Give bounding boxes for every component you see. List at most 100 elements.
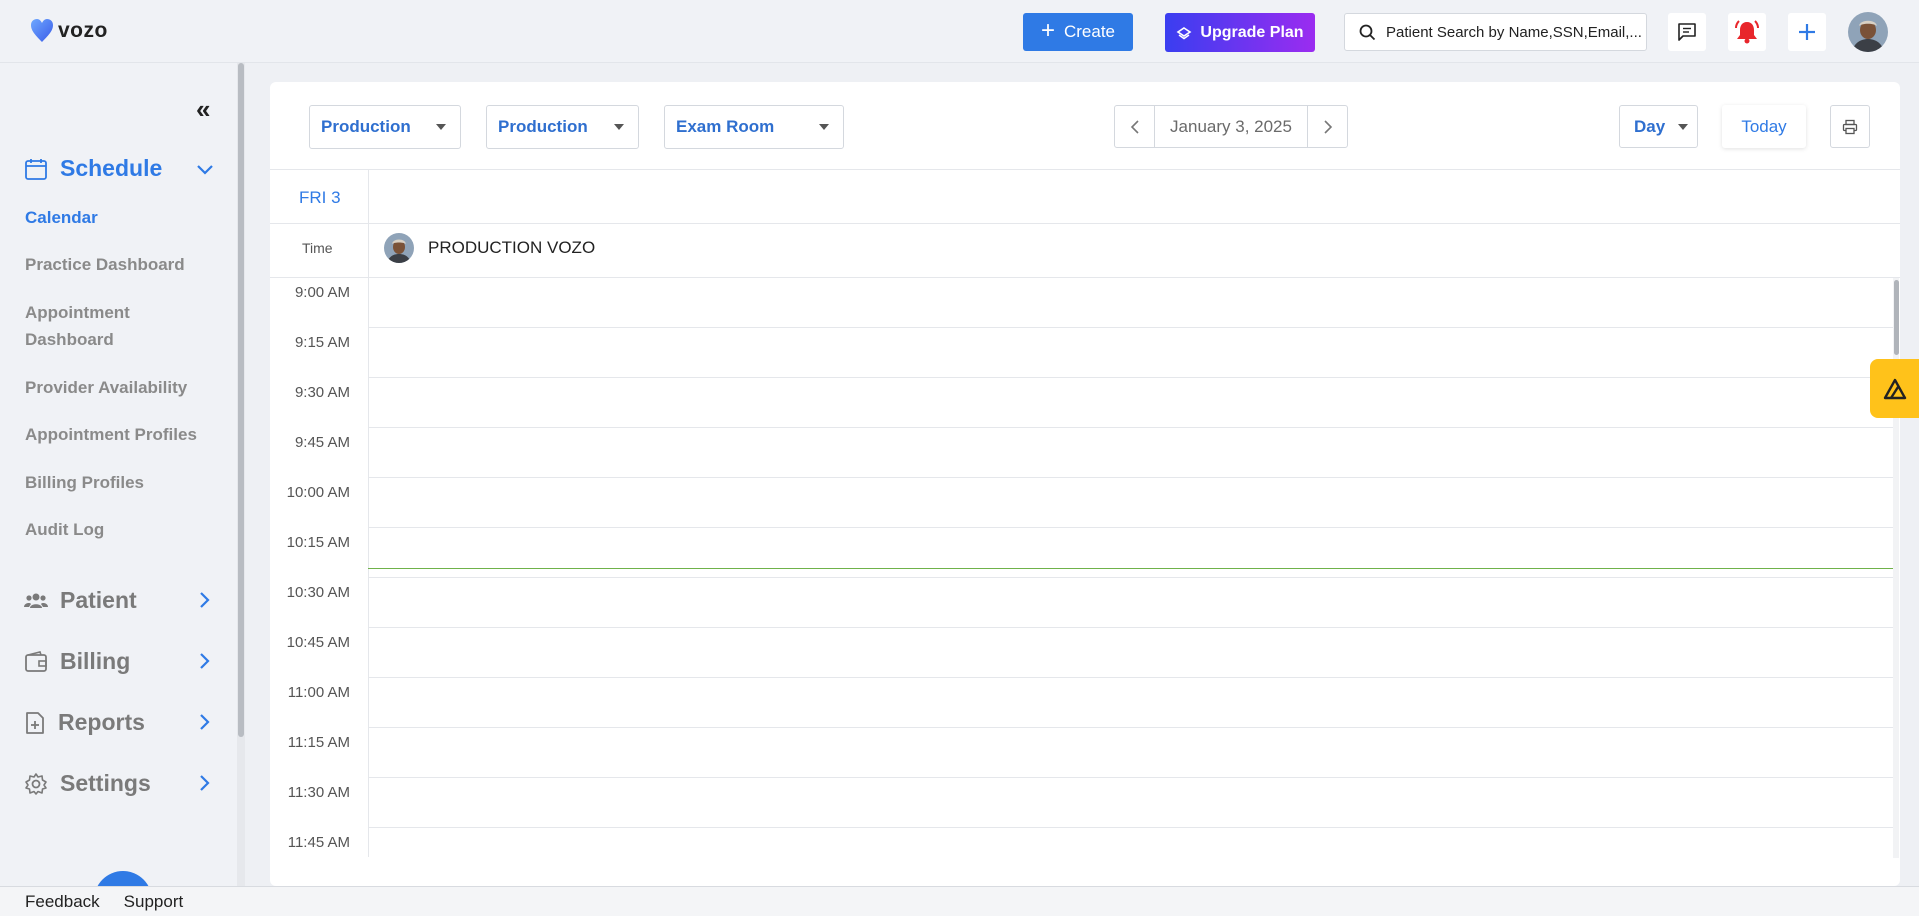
nav-reports-label: Reports [58,709,145,735]
nav-billing[interactable]: Billing [24,648,130,675]
provider-name: PRODUCTION VOZO [428,238,596,257]
chevron-right-icon[interactable] [195,651,215,671]
time-slot-label: 9:30 AM [294,384,350,401]
bell-icon [1735,20,1759,44]
prev-day-button[interactable] [1115,106,1154,147]
footer: Feedback Support [0,886,1919,916]
chevron-right-icon[interactable] [195,590,215,610]
chevron-right-icon[interactable] [195,773,215,793]
view-dropdown[interactable]: Day [1619,105,1698,148]
date-navigator: January 3, 2025 [1114,105,1348,148]
nav-schedule[interactable]: Schedule [24,155,162,182]
sidebar-scrollbar-thumb[interactable] [238,63,244,737]
time-slot-cell[interactable] [369,778,1893,827]
sidebar-item-practice-dashboard[interactable]: Practice Dashboard [25,251,215,278]
time-slot-label: 9:00 AM [294,284,350,301]
filter-dropdown-2[interactable]: Production [486,105,639,149]
chevron-left-icon [1130,119,1139,134]
chat-icon [1678,23,1696,41]
upgrade-label: Upgrade Plan [1200,23,1304,41]
nav-settings-label: Settings [60,770,151,796]
collapse-sidebar-icon[interactable]: « [196,94,211,125]
quick-add-button[interactable] [1788,13,1826,51]
provider-header: PRODUCTION VOZO [384,233,595,263]
chevron-down-icon[interactable] [195,160,215,180]
support-link[interactable]: Support [124,892,184,912]
plus-icon: + [1040,16,1055,44]
grid-divider [270,223,1900,224]
sidebar-item-billing-profiles[interactable]: Billing Profiles [25,469,215,496]
room-dropdown[interactable]: Exam Room [664,105,844,149]
view-dropdown-value: Day [1634,116,1666,136]
time-column-header: Time [302,240,333,256]
filter-dropdown-2-value: Production [498,117,588,136]
upgrade-plan-button[interactable]: Upgrade Plan [1165,13,1315,52]
logo-text: vozo [58,19,108,42]
current-time-indicator [368,568,1894,569]
current-date[interactable]: January 3, 2025 [1154,106,1308,147]
room-dropdown-value: Exam Room [676,117,775,136]
heart-logo-icon [31,19,53,42]
time-slot-label: 10:45 AM [286,634,350,651]
caret-down-icon [1678,124,1688,130]
time-slot-cell[interactable] [369,678,1893,727]
nav-billing-label: Billing [60,648,131,674]
nav-settings[interactable]: Settings [24,770,151,797]
sidebar-item-audit-log[interactable]: Audit Log [25,516,215,543]
print-button[interactable] [1830,105,1870,148]
time-slot-label: 10:00 AM [286,484,350,501]
sidebar-item-provider-availability[interactable]: Provider Availability [25,374,215,401]
nav-patient[interactable]: Patient [24,587,137,614]
time-slot-cell[interactable] [369,828,1893,877]
calendar-icon [25,158,47,180]
report-icon [26,711,44,734]
grid-divider [270,169,1900,170]
grid-scrollbar-thumb[interactable] [1894,280,1899,355]
chevron-right-icon [1323,119,1332,134]
create-button[interactable]: + Create [1023,13,1133,51]
avatar-image [1848,12,1888,52]
time-slot-cell[interactable] [369,278,1893,327]
vozo-logo[interactable]: vozo [30,18,108,44]
caret-down-icon [436,124,446,130]
patient-search-input[interactable]: Patient Search by Name,SSN,Email,... [1344,13,1647,51]
caret-down-icon [819,124,829,130]
day-header[interactable]: FRI 3 [299,188,341,208]
floating-assistant-button[interactable] [1870,359,1919,418]
messages-button[interactable] [1668,13,1706,51]
time-slot-label: 11:15 AM [287,734,350,751]
time-slot-cell[interactable] [369,628,1893,677]
nav-patient-label: Patient [60,587,137,613]
sidebar-item-appointment-dashboard[interactable]: Appointment Dashboard [25,299,175,353]
user-avatar[interactable] [1848,12,1888,52]
sidebar-item-calendar[interactable]: Calendar [25,204,215,231]
filter-dropdown-1[interactable]: Production [309,105,461,149]
time-slot-cell[interactable] [369,578,1893,627]
notifications-button[interactable] [1728,13,1766,51]
time-slot-cell[interactable] [369,528,1893,577]
time-slot-label: 11:45 AM [287,834,350,851]
time-slot-cell[interactable] [369,428,1893,477]
provider-avatar [384,233,414,263]
next-day-button[interactable] [1308,106,1347,147]
time-slot-cell[interactable] [369,728,1893,777]
today-button[interactable]: Today [1722,105,1806,148]
chevron-right-icon[interactable] [195,712,215,732]
printer-icon [1842,119,1858,134]
create-label: Create [1063,22,1116,41]
feedback-link[interactable]: Feedback [25,892,100,912]
time-slot-label: 11:00 AM [287,684,350,701]
time-slot-cell[interactable] [369,478,1893,527]
time-slot-cell[interactable] [369,328,1893,377]
assistant-logo-icon [1883,378,1906,399]
search-placeholder: Patient Search by Name,SSN,Email,... [1386,23,1642,41]
upgrade-icon [1176,26,1192,39]
filter-dropdown-1-value: Production [321,117,411,136]
nav-schedule-label: Schedule [60,155,163,181]
plus-icon [1799,24,1815,40]
time-slot-cell[interactable] [369,378,1893,427]
sidebar-item-appointment-profiles[interactable]: Appointment Profiles [25,421,215,448]
time-slot-label: 9:15 AM [294,334,350,351]
time-slot-label: 11:30 AM [287,784,350,801]
nav-reports[interactable]: Reports [24,709,145,736]
